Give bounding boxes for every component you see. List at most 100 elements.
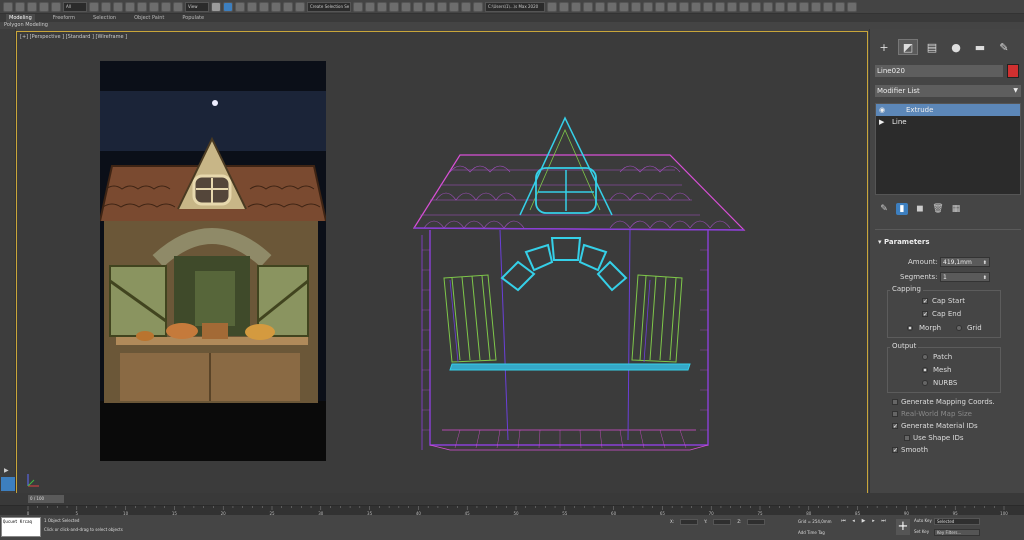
expand-arrow-icon[interactable]: ▶	[879, 116, 884, 128]
remove-modifier-icon[interactable]: 🗑	[932, 203, 944, 215]
object-name-field[interactable]: Line020	[875, 65, 1003, 77]
x-coord-field[interactable]	[680, 519, 699, 525]
spinner-snap-icon[interactable]	[283, 1, 293, 12]
viewport-label[interactable]: [+] [Perspective ] [Standard ] [Wirefram…	[20, 34, 127, 40]
make-unique-icon[interactable]: ◼	[914, 203, 926, 215]
expand-arrow-icon[interactable]: ▶	[4, 467, 12, 475]
previous-frame-icon[interactable]: ◂	[850, 518, 857, 524]
stack-item-line[interactable]: ▶ Line	[876, 116, 1020, 128]
next-frame-icon[interactable]: ▸	[870, 518, 877, 524]
segments-spinner[interactable]: 1 ⬍	[940, 272, 990, 282]
spinner-arrows-icon[interactable]: ⬍	[983, 273, 987, 283]
tab-selection[interactable]: Selection	[93, 14, 116, 22]
z-coord-field[interactable]	[747, 519, 766, 525]
track-bar[interactable]: 0 5 10 15 20 25 30 35 40 45 50 55 60 65 70 75 80 85 90 95 10…	[0, 505, 1024, 516]
edit-named-sets-icon[interactable]	[295, 1, 305, 12]
viewport-layout-icon[interactable]	[1, 477, 15, 491]
toggle-scene-explorer-icon[interactable]	[377, 1, 387, 12]
scene-tool-23-icon[interactable]	[823, 1, 833, 12]
time-slider-knob[interactable]: 0 / 100	[28, 495, 64, 503]
spinner-arrows-icon[interactable]: ⬍	[983, 258, 987, 268]
add-time-tag[interactable]: Add Time Tag	[798, 530, 825, 535]
scene-tool-11-icon[interactable]	[679, 1, 689, 12]
utilities-icon[interactable]: ✎	[994, 39, 1014, 55]
scene-tool-20-icon[interactable]	[787, 1, 797, 12]
gen-mapping-checkbox[interactable]	[892, 399, 898, 405]
smooth-checkbox[interactable]: ✓	[892, 447, 898, 454]
auto-key-button[interactable]: Auto Key	[914, 518, 932, 523]
go-to-end-icon[interactable]: ⏭	[880, 518, 887, 524]
scene-tool-6-icon[interactable]	[619, 1, 629, 12]
keyboard-shortcut-icon[interactable]	[235, 1, 245, 12]
scene-tool-10-icon[interactable]	[667, 1, 677, 12]
mirror-icon[interactable]	[353, 1, 363, 12]
unlink-icon[interactable]	[39, 1, 49, 12]
use-shape-ids-checkbox[interactable]	[904, 435, 910, 441]
eye-icon[interactable]: ◉	[879, 104, 885, 116]
move-icon[interactable]	[137, 1, 147, 12]
scene-tool-18-icon[interactable]	[763, 1, 773, 12]
placement-icon[interactable]	[173, 1, 183, 12]
scene-tool-14-icon[interactable]	[715, 1, 725, 12]
percent-snap-icon[interactable]	[271, 1, 281, 12]
render-production-icon[interactable]	[473, 1, 483, 12]
set-key-big-icon[interactable]: +	[896, 519, 910, 535]
scene-tool-19-icon[interactable]	[775, 1, 785, 12]
cap-end-checkbox[interactable]: ✓	[922, 311, 928, 318]
scene-tool-5-icon[interactable]	[607, 1, 617, 12]
scene-tool-21-icon[interactable]	[799, 1, 809, 12]
select-object-icon[interactable]	[89, 1, 99, 12]
time-slider[interactable]: 0 / 100	[0, 493, 1024, 505]
show-end-result-icon[interactable]: ▮	[896, 203, 908, 215]
tab-freeform[interactable]: Freeform	[53, 14, 75, 22]
scene-tool-12-icon[interactable]	[691, 1, 701, 12]
amount-spinner[interactable]: 419,1mm ⬍	[940, 257, 990, 267]
material-editor-icon[interactable]	[437, 1, 447, 12]
stack-item-extrude[interactable]: ◉ Extrude	[876, 104, 1020, 116]
workspace-dropdown[interactable]: C:\Users\1\...\s Max 2020	[485, 1, 545, 12]
rotate-icon[interactable]	[149, 1, 159, 12]
align-icon[interactable]	[365, 1, 375, 12]
scene-tool-4-icon[interactable]	[595, 1, 605, 12]
curve-editor-icon[interactable]	[413, 1, 423, 12]
schematic-view-icon[interactable]	[425, 1, 435, 12]
cap-start-checkbox[interactable]: ✓	[922, 298, 928, 305]
scene-tool-2-icon[interactable]	[571, 1, 581, 12]
rendered-frame-icon[interactable]	[461, 1, 471, 12]
scene-tool-22-icon[interactable]	[811, 1, 821, 12]
hierarchy-icon[interactable]: ▤	[922, 39, 942, 55]
select-manipulate-icon[interactable]	[223, 1, 233, 12]
pivot-center-icon[interactable]	[211, 1, 221, 12]
scene-tool-25-icon[interactable]	[847, 1, 857, 12]
bind-space-warp-icon[interactable]	[51, 1, 61, 12]
angle-snap-icon[interactable]	[259, 1, 269, 12]
gen-material-checkbox[interactable]: ✓	[892, 423, 898, 430]
scene-tool-24-icon[interactable]	[835, 1, 845, 12]
maxscript-listener[interactable]: Qucuet Krcaq	[1, 517, 41, 537]
set-key-button[interactable]: Set Key	[914, 529, 929, 534]
modifier-list-dropdown[interactable]: Modifier List ▼	[875, 85, 1021, 97]
selection-set-dropdown[interactable]: Selected	[934, 518, 980, 525]
scene-tool-3-icon[interactable]	[583, 1, 593, 12]
object-color-swatch[interactable]	[1007, 64, 1019, 78]
undo-icon[interactable]	[3, 1, 13, 12]
window-crossing-icon[interactable]	[125, 1, 135, 12]
key-filters-button[interactable]: Key Filters...	[934, 529, 980, 536]
scene-tool-17-icon[interactable]	[751, 1, 761, 12]
scene-tool-16-icon[interactable]	[739, 1, 749, 12]
snaps-toggle-icon[interactable]	[247, 1, 257, 12]
scene-tool-7-icon[interactable]	[631, 1, 641, 12]
scene-tool-9-icon[interactable]	[655, 1, 665, 12]
toggle-layer-explorer-icon[interactable]	[389, 1, 399, 12]
scene-tool-1-icon[interactable]	[559, 1, 569, 12]
reference-coord-dropdown[interactable]: View	[185, 1, 209, 12]
configure-modifier-sets-icon[interactable]: ▦	[950, 203, 962, 215]
mesh-radio[interactable]	[922, 367, 928, 373]
select-by-name-icon[interactable]	[101, 1, 111, 12]
grid-radio[interactable]	[956, 325, 962, 331]
motion-icon[interactable]: ●	[946, 39, 966, 55]
nurbs-radio[interactable]	[922, 380, 928, 386]
named-selection-dropdown[interactable]: Create Selection Se	[307, 1, 351, 12]
display-icon[interactable]: ▬	[970, 39, 990, 55]
render-setup-icon[interactable]	[449, 1, 459, 12]
